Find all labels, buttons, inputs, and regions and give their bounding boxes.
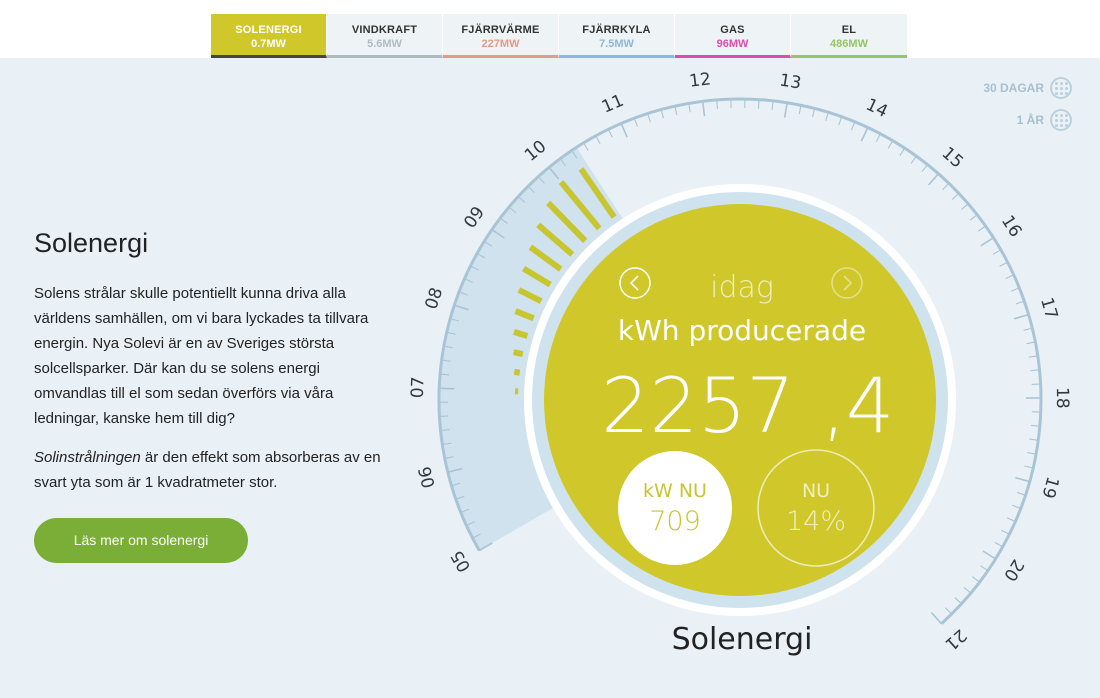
gauge-caption: Solenergi	[672, 622, 813, 657]
dial-tick	[647, 113, 651, 123]
hour-label: 11	[599, 91, 627, 118]
hour-label: 15	[938, 143, 967, 172]
percent-now-value: 14%	[786, 506, 846, 537]
hour-label: 16	[997, 212, 1026, 241]
hour-label: 18	[1052, 387, 1072, 409]
dial-tick	[1001, 529, 1010, 535]
dial-tick	[899, 147, 906, 156]
dial-tick	[980, 237, 994, 247]
dial-tick	[944, 607, 953, 615]
dial-tick	[942, 182, 950, 191]
dial-tick	[887, 140, 894, 149]
dial-tick	[783, 102, 788, 118]
dial-tick	[1028, 355, 1038, 358]
dial-tick	[875, 133, 881, 142]
dial-tick	[1013, 313, 1029, 320]
hour-label: 21	[941, 625, 970, 654]
dial-tick	[811, 108, 816, 118]
hour-label: 10	[521, 137, 550, 166]
total-decimal: ,4	[822, 361, 895, 450]
hour-label: 13	[778, 70, 803, 93]
dial-tick	[439, 387, 455, 390]
hour-label: 06	[415, 464, 440, 490]
dial-tick	[1015, 476, 1030, 483]
dial-tick	[1015, 300, 1025, 305]
dial-tick	[757, 99, 760, 109]
dial-tick	[850, 121, 856, 131]
dial-tick	[977, 225, 986, 232]
production-bar	[512, 349, 524, 358]
dial-tick	[595, 135, 601, 144]
dial-tick	[963, 586, 972, 594]
day-label: idag	[710, 270, 774, 305]
dial-tick	[954, 597, 962, 605]
unit-label: kWh producerade	[618, 314, 866, 347]
dial-tick	[999, 261, 1008, 267]
hour-label: 08	[421, 285, 447, 312]
hour-label: 17	[1036, 295, 1061, 321]
dial-tick	[838, 116, 843, 126]
dial-tick	[716, 99, 718, 109]
hour-label: 09	[460, 203, 489, 232]
dial-tick	[860, 127, 869, 142]
percent-now-label: NU	[802, 480, 830, 502]
dial-tick	[1024, 465, 1034, 469]
dial-tick	[1010, 287, 1020, 292]
production-bar	[513, 368, 521, 376]
dial-tick	[961, 203, 969, 211]
hour-label: 05	[447, 547, 475, 576]
total-value: 2257	[601, 361, 794, 450]
dial-tick	[607, 129, 613, 138]
dial-tick	[1016, 491, 1026, 496]
dial-tick	[825, 112, 829, 122]
dial-tick	[930, 611, 942, 625]
dial-tick	[972, 576, 980, 583]
kw-now-value: 709	[649, 506, 701, 537]
dial-tick	[439, 415, 449, 417]
dial-tick	[1026, 341, 1036, 345]
dial-tick	[620, 123, 628, 138]
dial-tick	[1005, 274, 1015, 280]
dial-tick	[1031, 383, 1041, 385]
hour-label: 12	[688, 69, 712, 92]
hour-label: 14	[863, 95, 891, 122]
dial-tick	[951, 192, 960, 200]
kw-now-label: kW NU	[643, 480, 707, 502]
dial-tick	[921, 164, 929, 173]
dial-tick	[701, 101, 706, 117]
dial-tick	[688, 103, 691, 113]
production-bar	[513, 329, 529, 339]
dial-tick	[1012, 504, 1022, 510]
hour-label: 20	[999, 556, 1027, 585]
dial-tick	[660, 109, 665, 119]
dial-tick	[982, 550, 997, 560]
dial-tick	[1006, 517, 1016, 523]
dial-tick	[994, 541, 1004, 548]
dial-tick	[1023, 327, 1033, 331]
dial-tick	[633, 118, 638, 127]
hour-label: 19	[1037, 474, 1062, 500]
dial-tick	[927, 173, 940, 186]
production-gauge: 0506070809101112 131415161718192021 idag …	[408, 69, 1072, 657]
hour-label: 07	[408, 376, 429, 398]
dial-tick	[583, 142, 589, 151]
dial-tick	[969, 214, 978, 221]
dial-tick	[910, 155, 917, 164]
dial-tick	[992, 249, 1002, 255]
dial-tick	[980, 565, 989, 572]
